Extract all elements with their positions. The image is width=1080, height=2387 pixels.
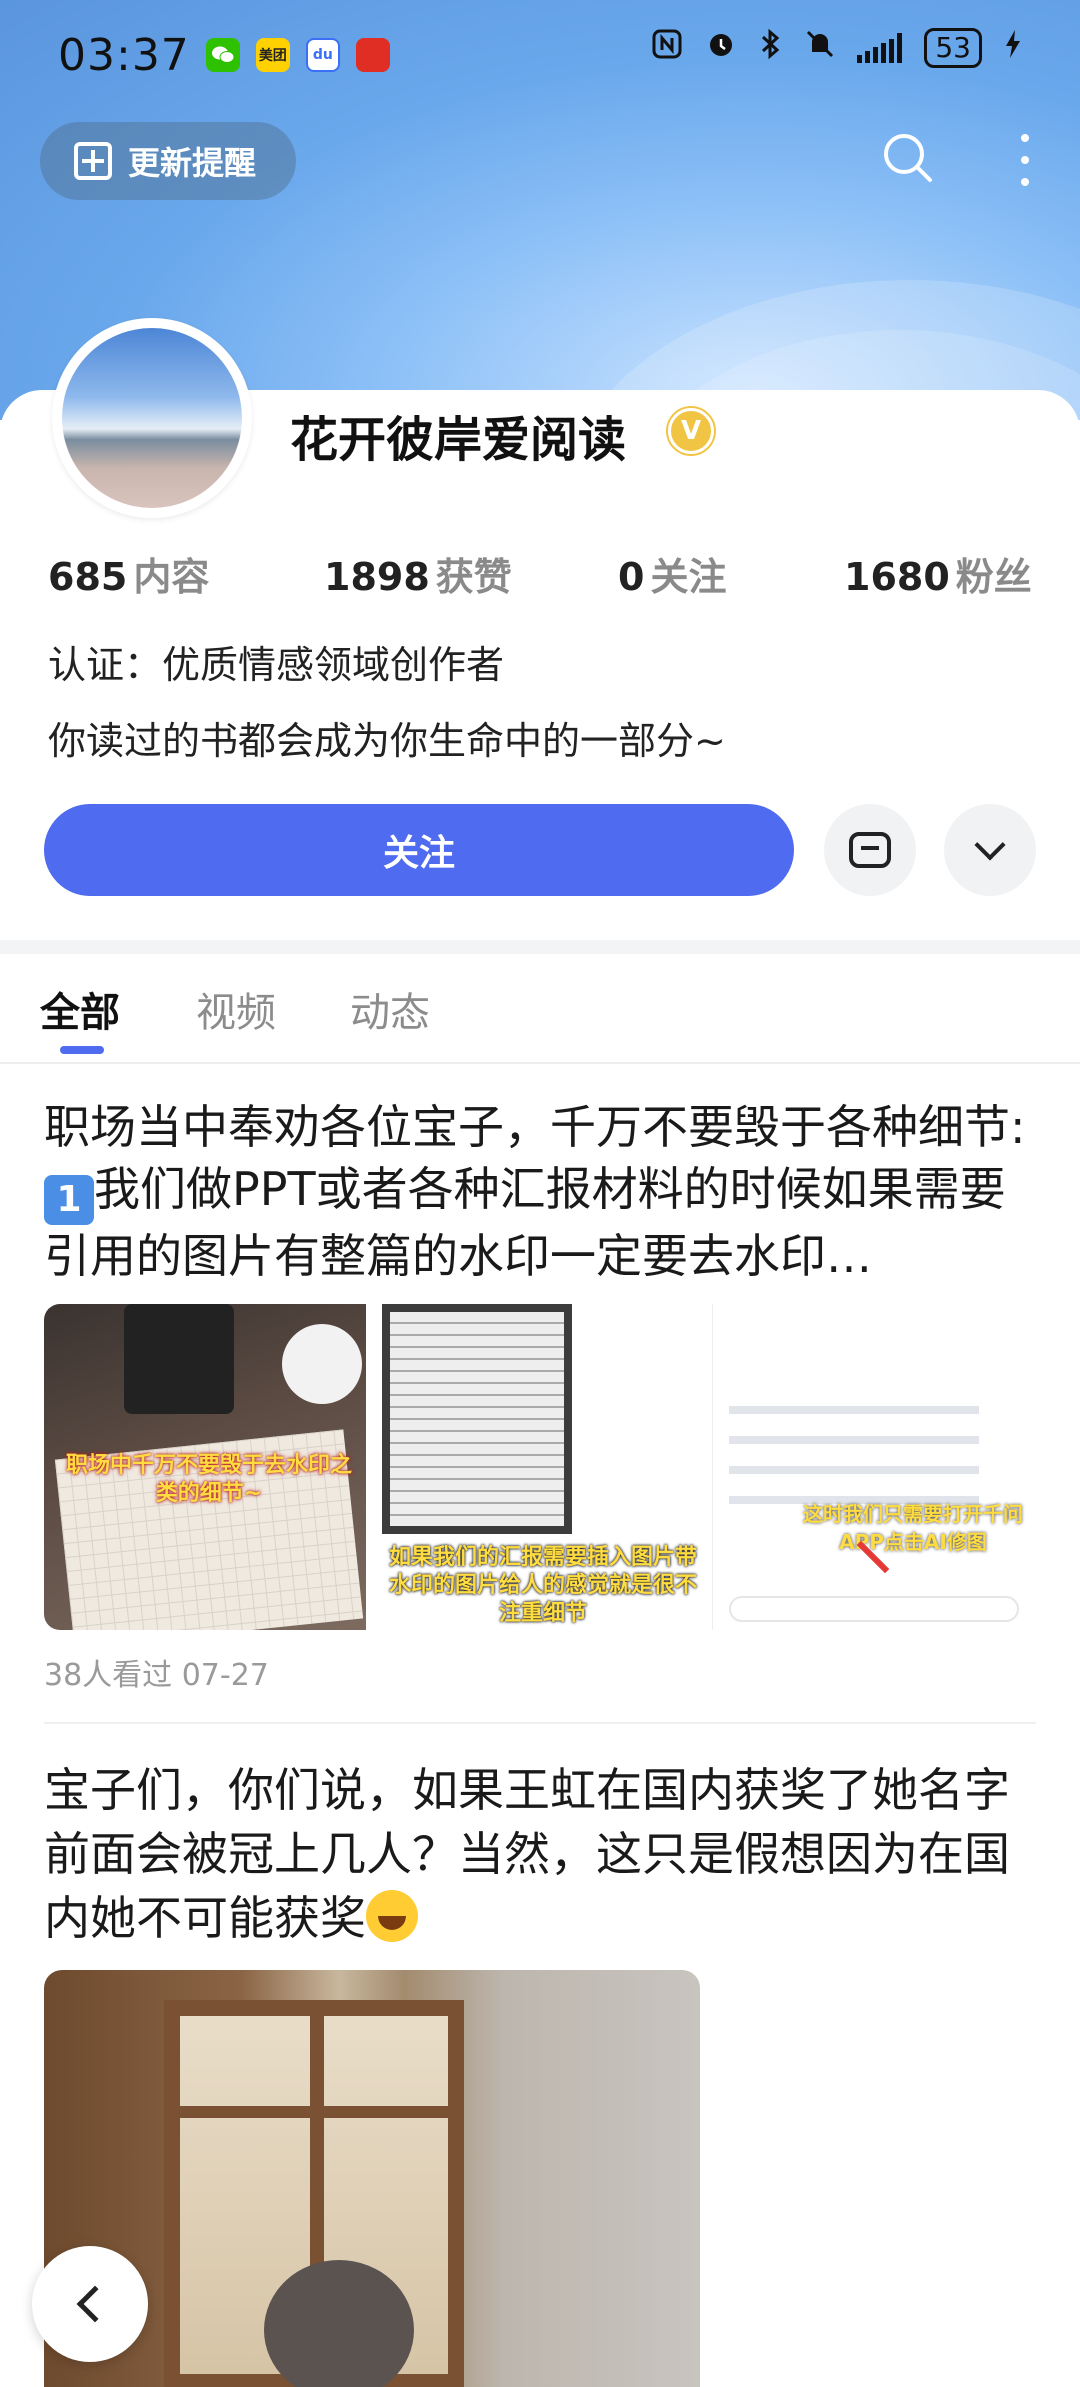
meituan-icon: 美团 xyxy=(255,38,290,72)
post-thumbnail[interactable]: 职场中千万不要毁于去水印之类的细节~ xyxy=(44,1304,366,1630)
status-indicators: 53 xyxy=(651,28,1022,68)
bio-text: 你读过的书都会成为你生命中的一部分~ xyxy=(48,719,726,763)
profile-stats: 685 内容 1898 获赞 0 关注 1680 粉丝 xyxy=(48,546,1038,602)
more-options-icon[interactable] xyxy=(1010,130,1040,190)
stat-value: 685 xyxy=(48,555,128,599)
stat-followers[interactable]: 1680 粉丝 xyxy=(844,546,1032,601)
input-bar-image xyxy=(729,1596,1019,1622)
post-thumbnail[interactable]: 如果我们的汇报需要插入图片带水印的图片给人的感觉就是很不注重细节 xyxy=(378,1304,700,1630)
post-title-text: 宝子们，你们说，如果王虹在国内获奖了她名字前面会被冠上几人？当然，这只是假想因为… xyxy=(44,1763,1010,1945)
post-title-text: 我们做PPT或者各种汇报材料的时候如果需要引用的图片有整篇的水印一定要去水印… xyxy=(44,1162,1006,1283)
tab-updates[interactable]: 动态 xyxy=(350,980,430,1038)
post-thumbnail[interactable]: 这时我们只需要打开千问APP点击AI修图 xyxy=(712,1304,1034,1630)
thumbnail-caption: 这时我们只需要打开千问APP点击AI修图 xyxy=(803,1502,1023,1554)
baidu-icon: du xyxy=(305,38,340,72)
tab-video[interactable]: 视频 xyxy=(196,980,276,1038)
chevron-down-icon xyxy=(974,829,1006,861)
section-separator xyxy=(0,940,1080,954)
message-button[interactable] xyxy=(824,804,916,896)
thumbnail-caption: 职场中千万不要毁于去水印之类的细节~ xyxy=(65,1453,352,1506)
alarm-icon xyxy=(705,28,737,68)
post-meta: 38人看过 07-27 xyxy=(44,1658,269,1693)
laughing-emoji-icon xyxy=(366,1890,418,1942)
add-icon xyxy=(74,142,112,180)
stat-label: 粉丝 xyxy=(955,555,1032,599)
profile-name: 花开彼岸爱阅读 xyxy=(290,412,627,468)
signal-icon xyxy=(857,33,903,63)
post-title[interactable]: 职场当中奉劝各位宝子，千万不要毁于各种细节: 1 我们做PPT或者各种汇报材料的时候… xyxy=(44,1096,1044,1287)
post-image-grid: 职场中千万不要毁于去水印之类的细节~ 如果我们的汇报需要插入图片带水印的图片给人… xyxy=(44,1304,1034,1630)
post-title-text: 职场当中奉劝各位宝子，千万不要毁于各种细节: xyxy=(44,1100,1026,1154)
content-tabs: 全部 视频 动态 xyxy=(0,954,1080,1064)
stat-label: 关注 xyxy=(650,555,727,599)
avatar[interactable] xyxy=(52,318,252,518)
charging-icon xyxy=(1004,28,1022,68)
stat-value: 1898 xyxy=(324,555,430,599)
device-image xyxy=(124,1304,234,1414)
thumbnail-caption: 如果我们的汇报需要插入图片带水印的图片给人的感觉就是很不注重细节 xyxy=(388,1545,697,1626)
update-reminder-label: 更新提醒 xyxy=(128,144,257,182)
stat-label: 获赞 xyxy=(435,555,512,599)
person-image xyxy=(264,2260,414,2387)
post-title[interactable]: 宝子们，你们说，如果王虹在国内获奖了她名字前面会被冠上几人？当然，这只是假想因为… xyxy=(44,1758,1044,1950)
nfc-icon xyxy=(651,28,683,68)
pinduoduo-icon xyxy=(355,38,390,72)
avatar-image xyxy=(62,328,242,508)
back-button[interactable] xyxy=(32,2246,148,2362)
post-divider xyxy=(44,1722,1036,1724)
tab-all[interactable]: 全部 xyxy=(40,980,120,1038)
battery-level: 53 xyxy=(924,28,982,68)
mute-icon xyxy=(805,28,835,68)
search-icon[interactable] xyxy=(880,130,936,186)
active-tab-indicator xyxy=(60,1046,104,1054)
status-time: 03:37 xyxy=(58,29,190,81)
expand-button[interactable] xyxy=(944,804,1036,896)
stat-content[interactable]: 685 内容 xyxy=(48,546,209,601)
stat-following[interactable]: 0 关注 xyxy=(618,546,726,601)
message-icon xyxy=(849,832,891,868)
wechat-icon xyxy=(205,38,240,72)
stat-label: 内容 xyxy=(133,555,210,599)
document-image xyxy=(382,1304,572,1534)
bluetooth-icon xyxy=(759,28,783,68)
certification-text: 认证：优质情感领域创作者 xyxy=(48,643,505,687)
stat-value: 1680 xyxy=(844,555,950,599)
verified-badge-icon: V xyxy=(668,408,714,454)
stat-value: 0 xyxy=(618,555,645,599)
update-reminder-button[interactable]: 更新提醒 xyxy=(40,122,296,200)
number-one-icon: 1 xyxy=(44,1175,94,1225)
stat-likes[interactable]: 1898 获赞 xyxy=(324,546,512,601)
cup-image xyxy=(282,1324,362,1404)
app-screenshot-image xyxy=(729,1384,979,1504)
follow-button[interactable]: 关注 xyxy=(44,804,794,896)
chevron-left-icon xyxy=(76,2285,114,2323)
